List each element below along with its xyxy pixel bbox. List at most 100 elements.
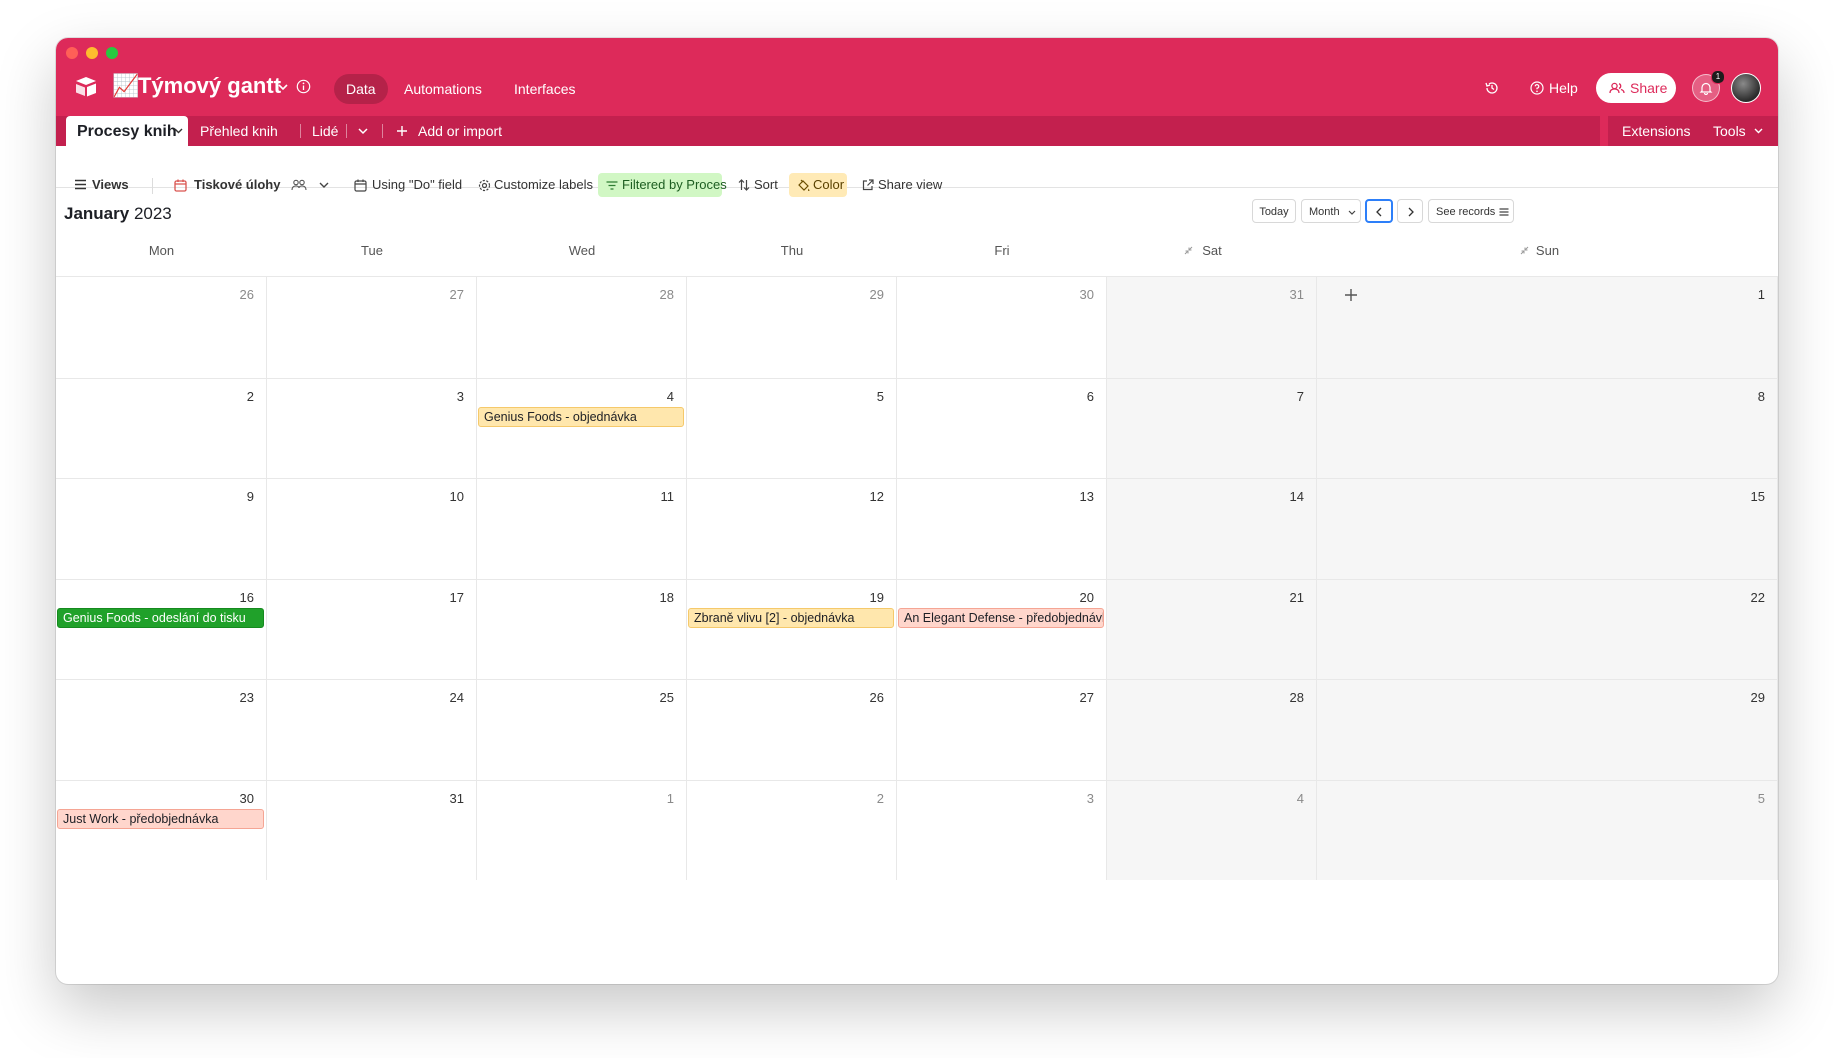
- calendar-day-cell[interactable]: 28: [1107, 679, 1317, 780]
- zoom-window-button[interactable]: [106, 47, 118, 59]
- day-number: 5: [1757, 791, 1765, 806]
- calendar-day-cell[interactable]: 26: [56, 276, 267, 378]
- calendar-day-cell[interactable]: 3: [897, 780, 1107, 880]
- base-title[interactable]: Týmový gantt: [138, 73, 281, 99]
- settings-icon: [478, 179, 491, 192]
- calendar-day-cell[interactable]: 16: [56, 579, 267, 679]
- plus-icon[interactable]: [396, 125, 408, 137]
- more-tables-chevron-icon[interactable]: [358, 128, 368, 135]
- chevron-down-icon[interactable]: [319, 182, 329, 188]
- calendar-event[interactable]: Genius Foods - odeslání do tisku: [57, 608, 264, 628]
- calendar-day-cell[interactable]: 25: [477, 679, 687, 780]
- day-number: 31: [449, 791, 464, 806]
- extensions-button[interactable]: Extensions: [1622, 116, 1690, 146]
- calendar-day-cell[interactable]: 18: [477, 579, 687, 679]
- day-number: 2: [246, 389, 254, 404]
- nav-data[interactable]: Data: [334, 74, 388, 104]
- tab-lide[interactable]: Lidé: [312, 116, 338, 146]
- table-tabs-strip: [56, 116, 1600, 146]
- airtable-logo-icon[interactable]: [74, 75, 98, 97]
- calendar-day-cell[interactable]: 30: [897, 276, 1107, 378]
- previous-month-button[interactable]: [1365, 199, 1393, 223]
- calendar-day-cell[interactable]: 27: [267, 276, 477, 378]
- chevron-down-icon[interactable]: [278, 84, 288, 91]
- calendar-event[interactable]: An Elegant Defense - předobjednávka: [898, 608, 1104, 628]
- calendar-day-cell[interactable]: 1: [1317, 276, 1778, 378]
- calendar-day-cell[interactable]: 30: [56, 780, 267, 880]
- add-record-plus-icon[interactable]: [1344, 288, 1358, 302]
- calendar-day-cell[interactable]: 9: [56, 478, 267, 579]
- nav-interfaces[interactable]: Interfaces: [502, 74, 587, 104]
- calendar-day-cell[interactable]: 5: [1317, 780, 1778, 880]
- filter-button[interactable]: Filtered by Proces: [598, 173, 727, 197]
- nav-automations[interactable]: Automations: [392, 74, 494, 104]
- calendar-day-cell[interactable]: 10: [267, 478, 477, 579]
- info-icon[interactable]: [296, 79, 311, 94]
- filter-label: Filtered by Proces: [622, 177, 727, 192]
- calendar-day-cell[interactable]: 17: [267, 579, 477, 679]
- calendar-day-cell[interactable]: 14: [1107, 478, 1317, 579]
- calendar-day-cell[interactable]: 1: [477, 780, 687, 880]
- calendar-day-cell[interactable]: 4: [477, 378, 687, 478]
- calendar-day-cell[interactable]: 26: [687, 679, 897, 780]
- day-number: 31: [1289, 287, 1304, 302]
- tools-button[interactable]: Tools: [1713, 116, 1746, 146]
- calendar-day-cell[interactable]: 22: [1317, 579, 1778, 679]
- share-button[interactable]: Share: [1596, 73, 1676, 103]
- day-number: 1: [666, 791, 674, 806]
- today-button[interactable]: Today: [1252, 199, 1296, 223]
- calendar-day-cell[interactable]: 11: [477, 478, 687, 579]
- day-number: 5: [876, 389, 884, 404]
- calendar-event[interactable]: Just Work - předobjednávka: [57, 809, 264, 829]
- day-number: 16: [239, 590, 254, 605]
- calendar-day-cell[interactable]: 28: [477, 276, 687, 378]
- see-records-label: See records: [1436, 206, 1496, 218]
- calendar-day-cell[interactable]: 2: [56, 378, 267, 478]
- calendar-day-cell[interactable]: 6: [897, 378, 1107, 478]
- calendar-event[interactable]: Zbraně vlivu [2] - objednávka: [688, 608, 894, 628]
- tab-procesy-knih[interactable]: Procesy knih: [66, 116, 188, 146]
- calendar-day-cell[interactable]: 8: [1317, 378, 1778, 478]
- close-window-button[interactable]: [66, 47, 78, 59]
- calendar-day-cell[interactable]: 13: [897, 478, 1107, 579]
- collapse-weekend-icon[interactable]: [1184, 246, 1193, 255]
- calendar-mode-select[interactable]: Month: [1301, 199, 1361, 223]
- add-or-import-button[interactable]: Add or import: [418, 116, 502, 146]
- calendar-day-cell[interactable]: 4: [1107, 780, 1317, 880]
- minimize-window-button[interactable]: [86, 47, 98, 59]
- weekday-header-thu: Thu: [780, 243, 804, 258]
- collapse-weekend-icon[interactable]: [1520, 246, 1529, 255]
- chevron-down-icon[interactable]: [1754, 128, 1763, 134]
- tab-prehled-knih[interactable]: Přehled knih: [200, 116, 278, 146]
- calendar-day-cell[interactable]: 29: [1317, 679, 1778, 780]
- share-label: Share: [1630, 80, 1668, 96]
- see-records-button[interactable]: See records: [1428, 199, 1514, 223]
- chevron-right-icon: [1408, 207, 1414, 217]
- history-icon[interactable]: [1484, 80, 1500, 96]
- day-number: 21: [1289, 590, 1304, 605]
- calendar-event[interactable]: Genius Foods - objednávka: [478, 407, 684, 427]
- calendar-day-cell[interactable]: 31: [267, 780, 477, 880]
- calendar-day-cell[interactable]: 3: [267, 378, 477, 478]
- calendar-day-cell[interactable]: 24: [267, 679, 477, 780]
- hamburger-icon: [75, 179, 86, 190]
- calendar-day-cell[interactable]: 12: [687, 478, 897, 579]
- calendar-day-cell[interactable]: 27: [897, 679, 1107, 780]
- calendar-day-cell[interactable]: 15: [1317, 478, 1778, 579]
- calendar-day-cell[interactable]: 7: [1107, 378, 1317, 478]
- calendar-day-cell[interactable]: 31: [1107, 276, 1317, 378]
- calendar-day-cell[interactable]: 23: [56, 679, 267, 780]
- next-month-button[interactable]: [1397, 199, 1423, 223]
- day-number: 26: [869, 690, 884, 705]
- chevron-down-icon[interactable]: [174, 128, 183, 134]
- day-number: 12: [869, 489, 884, 504]
- color-button[interactable]: Color: [789, 173, 847, 197]
- calendar-day-cell[interactable]: 20: [897, 579, 1107, 679]
- calendar-day-cell[interactable]: 5: [687, 378, 897, 478]
- app-window: 📈 Týmový gantt Data Automations Interfac…: [56, 38, 1778, 984]
- calendar-day-cell[interactable]: 21: [1107, 579, 1317, 679]
- user-avatar[interactable]: [1731, 73, 1761, 103]
- calendar-day-cell[interactable]: 29: [687, 276, 897, 378]
- calendar-day-cell[interactable]: 2: [687, 780, 897, 880]
- calendar-day-cell[interactable]: 19: [687, 579, 897, 679]
